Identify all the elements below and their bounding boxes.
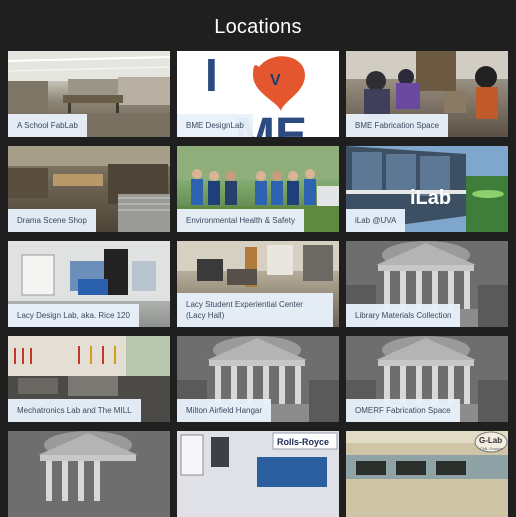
location-card-lacy-design-lab[interactable]: Lacy Design Lab, aka. Rice 120 (8, 241, 170, 327)
g-lab-photo: G-Lab CML Groups (346, 431, 508, 517)
bme-letter-i: I (205, 51, 218, 101)
location-card-environmental-health-safety[interactable]: Environmental Health & Safety (177, 146, 339, 232)
location-label: Environmental Health & Safety (177, 209, 304, 232)
location-card-omerf-fabrication-space[interactable]: OMERF Fabrication Space (346, 336, 508, 422)
location-label: BME Fabrication Space (346, 114, 449, 137)
location-label: A School FabLab (8, 114, 87, 137)
location-card-milton-airfield-hangar[interactable]: Milton Airfield Hangar (177, 336, 339, 422)
location-card-ilab-uva[interactable]: iLab iLab @UVA (346, 146, 508, 232)
rolls-royce-sign: Rolls-Royce (277, 437, 329, 447)
location-card-school-fablab[interactable]: A School FabLab (8, 51, 170, 137)
location-card-lacy-student-experiential-center[interactable]: Lacy Student Experiential Center (Lacy H… (177, 241, 339, 327)
location-label: iLab @UVA (346, 209, 406, 232)
location-label: BME DesignLab (177, 114, 253, 137)
bme-logo-letter: V (270, 72, 281, 89)
location-label: Milton Airfield Hangar (177, 399, 272, 422)
location-card-library-materials-collection[interactable]: Library Materials Collection (346, 241, 508, 327)
location-card-row5-1[interactable] (8, 431, 170, 517)
g-lab-sign: G-Lab (479, 436, 502, 445)
location-label: Mechatronics Lab and The MILL (8, 399, 141, 422)
ilab-sign: iLab (410, 187, 451, 209)
location-label: Lacy Design Lab, aka. Rice 120 (8, 304, 139, 327)
location-label: Library Materials Collection (346, 304, 461, 327)
location-label: OMERF Fabrication Space (346, 399, 460, 422)
location-card-bme-fabrication-space[interactable]: BME Fabrication Space (346, 51, 508, 137)
location-card-row5-3[interactable]: G-Lab CML Groups (346, 431, 508, 517)
location-card-row5-2[interactable]: Rolls-Royce (177, 431, 339, 517)
g-lab-sign-sub: CML Groups (480, 446, 503, 451)
location-label: Lacy Student Experiential Center (Lacy H… (177, 293, 333, 327)
location-card-mechatronics-lab[interactable]: Mechatronics Lab and The MILL (8, 336, 170, 422)
rotunda-placeholder-photo (8, 431, 170, 517)
rolls-royce-lab-photo: Rolls-Royce (177, 431, 339, 517)
locations-grid: A School FabLab I V ME BME DesignLab BME… (0, 0, 516, 517)
location-label: Drama Scene Shop (8, 209, 96, 232)
location-card-bme-designlab[interactable]: I V ME BME DesignLab (177, 51, 339, 137)
location-card-drama-scene-shop[interactable]: Drama Scene Shop (8, 146, 170, 232)
